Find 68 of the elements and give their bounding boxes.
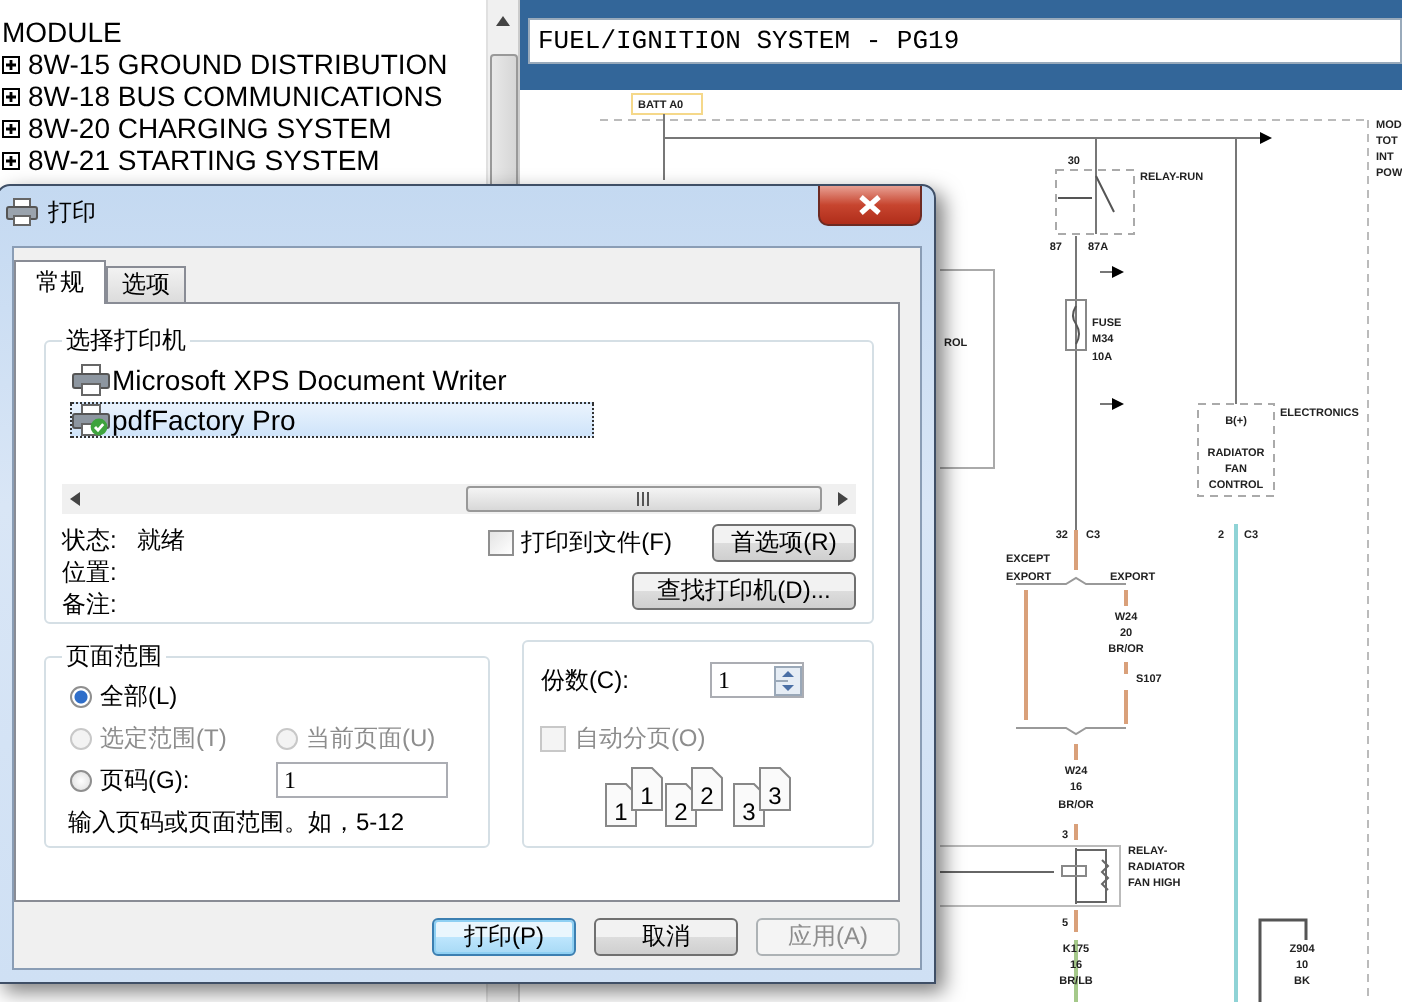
scrollbar-thumb[interactable] [465, 486, 821, 512]
dialog-button[interactable]: 打印(P) [432, 918, 576, 956]
hint-text: 输入页码或页面范围。如，5-12 [66, 806, 407, 840]
page-number: 1 [641, 782, 655, 810]
status-label: 状态: [62, 524, 117, 554]
radio-button[interactable] [70, 685, 92, 707]
arrow-icon [1099, 266, 1124, 278]
tree-item[interactable]: 8W-21 STARTING SYSTEM [28, 144, 380, 176]
tree-item[interactable]: 8W-15 GROUND DISTRIBUTION [28, 48, 448, 80]
dialog-title: 打印 [48, 195, 96, 229]
tree-item[interactable]: 8W-18 BUS COMMUNICATIONS [28, 80, 443, 112]
page-icon [605, 783, 638, 827]
document-title: FUEL/IGNITION SYSTEM - PG19 [528, 18, 1402, 64]
page-range-field[interactable]: 1 [276, 762, 448, 798]
checkbox[interactable] [487, 530, 514, 556]
expand-icon[interactable] [2, 151, 20, 169]
scroll-left-icon[interactable] [70, 492, 80, 506]
expand-icon[interactable] [2, 55, 20, 73]
wire-arrow-icon [663, 132, 1272, 144]
dialog-button[interactable]: 取消 [594, 918, 738, 956]
page-icon [691, 767, 724, 811]
page-icon [759, 767, 792, 811]
find-printer-button[interactable]: 查找打印机(D)... [632, 572, 856, 610]
fuse-symbol [1065, 299, 1087, 351]
close-button[interactable] [818, 186, 922, 226]
expand-icon[interactable] [2, 119, 20, 137]
arrow-icon [1099, 398, 1124, 410]
tab[interactable]: 选项 [106, 266, 186, 302]
radio-label[interactable]: 页码(G): [100, 763, 190, 797]
radio-label[interactable]: 全部(L) [100, 679, 178, 713]
radio-button[interactable] [70, 769, 92, 791]
copies-spinner[interactable]: 1 [710, 662, 804, 698]
comment-label: 备注: [62, 588, 117, 618]
copies-label: 份数(C): [540, 663, 629, 697]
close-icon [858, 194, 882, 216]
preferences-button[interactable]: 首选项(R) [712, 524, 856, 562]
scroll-right-icon[interactable] [838, 492, 848, 506]
scroll-up-icon[interactable] [496, 16, 510, 26]
expand-icon[interactable] [2, 87, 20, 105]
tree-item[interactable]: MODULE [2, 16, 122, 48]
group-title: 选择打印机 [64, 324, 188, 358]
page-number: 1 [615, 798, 629, 826]
module-outline [1197, 403, 1275, 497]
spin-arrows-icon[interactable] [774, 665, 802, 695]
bracket-line [1015, 576, 1127, 585]
label-box [631, 93, 703, 115]
page-icon [733, 783, 766, 827]
page-icon [665, 783, 698, 827]
status-value: 就绪 [136, 524, 185, 554]
printer-item[interactable]: pdfFactory Pro [70, 402, 594, 438]
group-title: 页面范围 [64, 640, 164, 674]
page-number: 2 [675, 798, 689, 826]
page-number: 3 [743, 798, 757, 826]
location-label: 位置: [62, 556, 117, 586]
page-number: 3 [769, 782, 783, 810]
grip-icon [636, 492, 650, 506]
tab[interactable]: 常规 [14, 260, 106, 304]
page-number: 2 [701, 782, 715, 810]
relay-switch-symbol [1055, 169, 1135, 235]
tree-item[interactable]: 8W-20 CHARGING SYSTEM [28, 112, 392, 144]
wire-line [1074, 940, 1078, 1002]
printer-icon [6, 198, 38, 226]
printer-item[interactable]: Microsoft XPS Document Writer [70, 362, 594, 398]
bracket-line [1015, 727, 1127, 736]
checkbox-label[interactable]: 打印到文件(F) [521, 526, 672, 560]
page-icon [631, 767, 664, 811]
scrollbar[interactable] [62, 484, 856, 514]
wire-line [663, 113, 665, 181]
